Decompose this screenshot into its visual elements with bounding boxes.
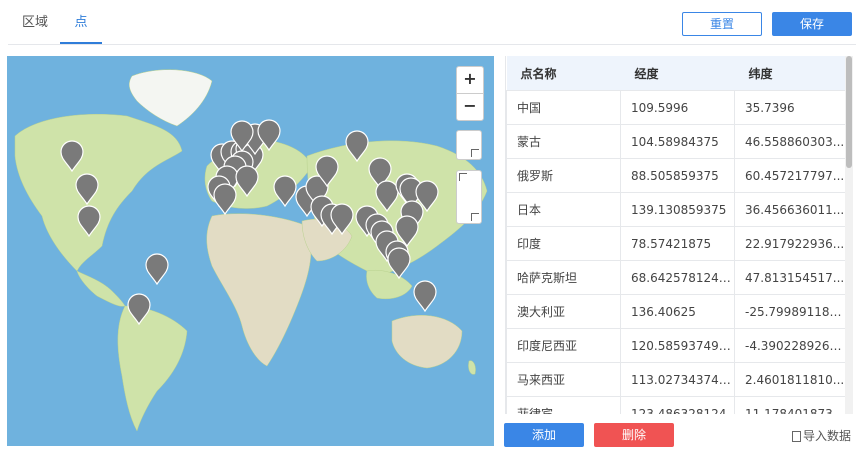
point-name-cell: 印度 [506, 226, 621, 261]
map-marker-icon[interactable] [413, 280, 437, 313]
south-america [117, 305, 188, 432]
longitude-cell: 120.585937499... [620, 328, 735, 363]
save-button[interactable]: 保存 [772, 12, 852, 36]
longitude-cell: 88.505859375 [620, 158, 735, 193]
reset-button[interactable]: 重置 [682, 12, 762, 36]
column-header: 纬度 [734, 56, 846, 91]
tab-point[interactable]: 点 [60, 4, 102, 44]
add-button[interactable]: 添加 [504, 423, 584, 447]
australia [391, 315, 463, 369]
latitude-cell: 47.813154517... [734, 260, 846, 295]
world-map[interactable]: + − [7, 56, 494, 446]
table-row[interactable]: 哈萨克斯坦 68.6425781249... 47.813154517... [506, 260, 846, 295]
latitude-cell: 36.456636011... [734, 192, 846, 227]
africa [206, 213, 312, 367]
longitude-cell: 109.5996 [620, 90, 735, 125]
point-name-cell: 哈萨克斯坦 [506, 260, 621, 295]
latitude-cell: 60.457217797... [734, 158, 846, 193]
point-name-cell: 日本 [506, 192, 621, 227]
table-scrollbar[interactable] [845, 56, 853, 414]
point-name-cell: 印度尼西亚 [506, 328, 621, 363]
import-icon [792, 431, 801, 442]
north-america [14, 113, 183, 272]
point-name-cell: 澳大利亚 [506, 294, 621, 329]
latitude-cell: 46.558860303... [734, 124, 846, 159]
corner-icon [459, 173, 467, 181]
longitude-cell: 136.40625 [620, 294, 735, 329]
point-editor-panel: 区域 点 重置 保存 + − 点名称 经度 纬度 中国 109.5996 35.… [0, 0, 868, 467]
map-marker-icon[interactable] [213, 183, 237, 216]
table-row[interactable]: 中国 109.5996 35.7396 [506, 90, 846, 125]
latitude-cell: 35.7396 [734, 90, 846, 125]
longitude-cell: 104.58984375 [620, 124, 735, 159]
point-name-cell: 蒙古 [506, 124, 621, 159]
table-row[interactable]: 马来西亚 113.027343749... 2.4601811810... [506, 362, 846, 397]
zoom-in-button[interactable]: + [457, 67, 483, 94]
point-name-cell: 菲律宾 [506, 396, 621, 414]
new-zealand [468, 360, 476, 375]
southeast-asia [366, 270, 413, 300]
greenland [129, 69, 213, 127]
latitude-cell: 22.917922936... [734, 226, 846, 261]
table-row[interactable]: 蒙古 104.58984375 46.558860303... [506, 124, 846, 159]
point-name-cell: 马来西亚 [506, 362, 621, 397]
latitude-cell: -25.799891182... [734, 294, 846, 329]
central-america [76, 270, 126, 307]
column-header: 点名称 [506, 56, 621, 91]
corner-icon [471, 213, 479, 221]
table-row[interactable]: 俄罗斯 88.505859375 60.457217797... [506, 158, 846, 193]
longitude-cell: 123.486328124 [620, 396, 735, 414]
longitude-cell: 78.57421875 [620, 226, 735, 261]
select-tool-button[interactable] [456, 170, 482, 224]
column-header: 经度 [620, 56, 735, 91]
longitude-cell: 139.130859375 [620, 192, 735, 227]
point-name-cell: 中国 [506, 90, 621, 125]
draw-tool-button[interactable] [456, 130, 482, 160]
table-header: 点名称 经度 纬度 [506, 56, 846, 91]
import-data-link[interactable]: 导入数据 [792, 427, 851, 444]
point-name-cell: 俄罗斯 [506, 158, 621, 193]
longitude-cell: 68.6425781249... [620, 260, 735, 295]
latitude-cell: 2.4601811810... [734, 362, 846, 397]
zoom-out-button[interactable]: − [457, 94, 483, 120]
map-marker-icon[interactable] [273, 175, 297, 208]
latitude-cell: 11.178401873 [734, 396, 846, 414]
tab-region[interactable]: 区域 [22, 4, 48, 44]
table-row[interactable]: 澳大利亚 136.40625 -25.799891182... [506, 294, 846, 329]
table-row[interactable]: 菲律宾 123.486328124 11.178401873 [506, 396, 846, 414]
map-canvas [14, 69, 488, 432]
table-row[interactable]: 日本 139.130859375 36.456636011... [506, 192, 846, 227]
scrollbar-thumb[interactable] [846, 56, 852, 168]
table-row[interactable]: 印度 78.57421875 22.917922936... [506, 226, 846, 261]
delete-button[interactable]: 删除 [594, 423, 674, 447]
table-row[interactable]: 印度尼西亚 120.585937499... -4.3902289264... [506, 328, 846, 363]
corner-icon [471, 149, 479, 157]
map-marker-icon[interactable] [145, 253, 169, 286]
import-label: 导入数据 [803, 429, 852, 443]
points-table: 点名称 经度 纬度 中国 109.5996 35.7396 蒙古 104.5898437… [505, 56, 846, 414]
zoom-control: + − [456, 66, 484, 121]
longitude-cell: 113.027343749... [620, 362, 735, 397]
latitude-cell: -4.3902289264... [734, 328, 846, 363]
